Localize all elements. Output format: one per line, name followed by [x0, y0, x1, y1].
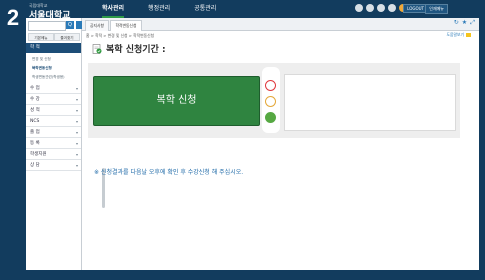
top-nav: 학사관리 행정관리 공통관리 — [90, 0, 228, 18]
search-icon[interactable]: Q — [66, 21, 74, 29]
page-tabs: 공지사항 학적변동신청 — [82, 18, 479, 31]
left-frame — [0, 36, 26, 270]
nav-academic[interactable]: 학사관리 — [90, 0, 136, 18]
notice-text: ※ 신청결과를 다음날 오후에 확인 후 수강신청 해 주십시오. — [94, 169, 244, 176]
green-light-icon — [265, 112, 276, 123]
page-tools: ↻ ★ ⤢ — [454, 19, 475, 27]
chevron-down-icon: ▾ — [75, 152, 78, 157]
logo-small-text: 국립대학교 — [29, 3, 48, 8]
logout-button[interactable]: LOGOUT — [403, 4, 428, 13]
chevron-down-icon: ▾ — [75, 97, 78, 102]
step-number: 2 — [0, 0, 26, 36]
user-icon[interactable] — [388, 4, 396, 12]
page-title-row: 복학 신청기간 : — [92, 42, 166, 55]
profile-button[interactable]: 인재메뉴 — [425, 4, 448, 14]
nav-admin[interactable]: 행정관리 — [136, 0, 182, 18]
sidebar-item-graduation[interactable]: 졸 업 ▾ — [26, 127, 81, 138]
star-icon[interactable]: ★ — [462, 19, 467, 27]
nav-common[interactable]: 공통관리 — [182, 0, 228, 18]
chevron-down-icon: ▾ — [75, 130, 78, 135]
home-icon[interactable] — [355, 4, 363, 12]
sidebar-item-tuition[interactable]: 등 록 ▾ — [26, 138, 81, 149]
page-title: 복학 신청기간 : — [106, 45, 166, 55]
tab-notice[interactable]: 공지사항 — [85, 20, 109, 31]
chevron-down-icon: ▾ — [75, 141, 78, 146]
tab-basic-menu[interactable]: 기본메뉴 — [28, 33, 54, 41]
chevron-down-icon: ▾ — [75, 86, 78, 91]
sidebar-tabs: 기본메뉴 즐겨찾기 — [28, 33, 80, 41]
return-request-button[interactable]: 복학 신청 — [93, 76, 260, 126]
sidebar-item-class[interactable]: 수 업 ▾ — [26, 83, 81, 94]
breadcrumb: 홈 > 학적 > 변경 및 신청 > 학적변동신청 — [86, 33, 155, 38]
help-link[interactable]: 도움말보기 — [447, 32, 471, 38]
sidebar: Q 기본메뉴 즐겨찾기 학 적 변경 및 신청 복학변동신청 학생변동관련(학생… — [26, 18, 105, 270]
chevron-down-icon: ▾ — [75, 119, 78, 124]
sidebar-item-grades[interactable]: 성 적 ▾ — [26, 105, 81, 116]
bottom-frame — [0, 270, 485, 280]
red-light-icon — [265, 80, 276, 91]
tab-return-request[interactable]: 학적변동신청 — [110, 20, 142, 31]
settings-icon[interactable] — [377, 4, 385, 12]
header-icons — [355, 4, 407, 12]
tab-favorites[interactable]: 즐겨찾기 — [54, 33, 80, 41]
expand-icon[interactable]: ⤢ — [470, 19, 475, 27]
status-result-box — [284, 74, 456, 131]
yellow-light-icon — [265, 96, 276, 107]
chevron-down-icon: ▾ — [75, 108, 78, 113]
document-check-icon — [92, 43, 102, 54]
right-frame — [479, 0, 485, 280]
sidebar-section-header[interactable]: 학 적 — [26, 43, 81, 53]
sidebar-item-registration[interactable]: 수 강 ▾ — [26, 94, 81, 105]
sidebar-item-counseling[interactable]: 상 담 ▾ — [26, 160, 81, 171]
menu-search-input[interactable] — [28, 21, 66, 31]
status-panel: 복학 신청 — [88, 63, 460, 138]
refresh-icon[interactable]: ↻ — [454, 19, 459, 27]
message-icon[interactable] — [366, 4, 374, 12]
status-lights — [262, 67, 280, 133]
chevron-down-icon: ▾ — [75, 163, 78, 168]
sidebar-item-ncs[interactable]: NCS ▾ — [26, 116, 81, 127]
sidebar-item-return-request[interactable]: 복학변동신청 — [26, 64, 81, 72]
sidebar-subheading[interactable]: 변경 및 신청 — [26, 55, 81, 63]
sidebar-item-student-support[interactable]: 학생지원 ▾ — [26, 149, 81, 160]
help-icon — [466, 33, 471, 37]
sidebar-item-student-change[interactable]: 학생변동관련(학생용) — [26, 73, 81, 81]
